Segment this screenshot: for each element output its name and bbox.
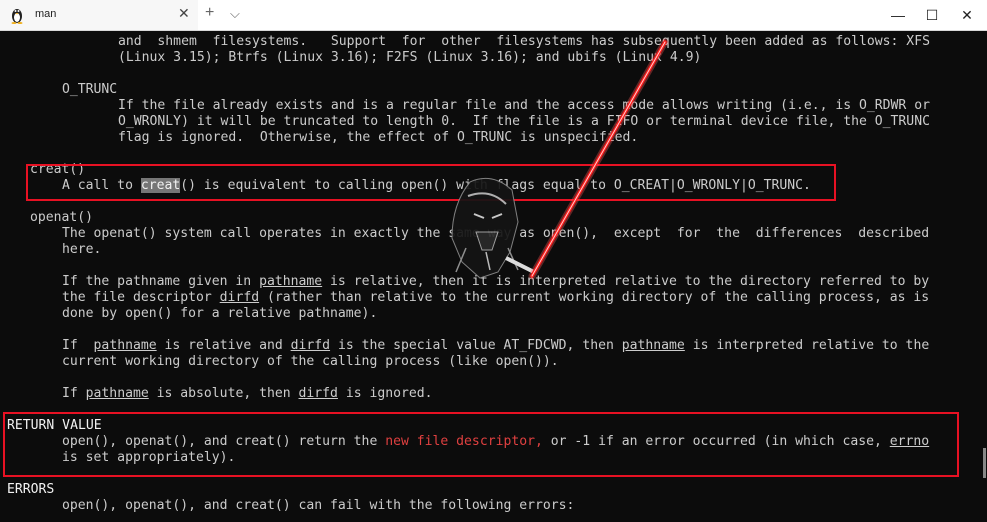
scrollbar-thumb[interactable]	[983, 448, 986, 478]
lightsaber-hilt	[505, 256, 535, 274]
vader-figure	[451, 177, 519, 279]
darth-vader-lightsaber-overlay	[451, 38, 669, 280]
